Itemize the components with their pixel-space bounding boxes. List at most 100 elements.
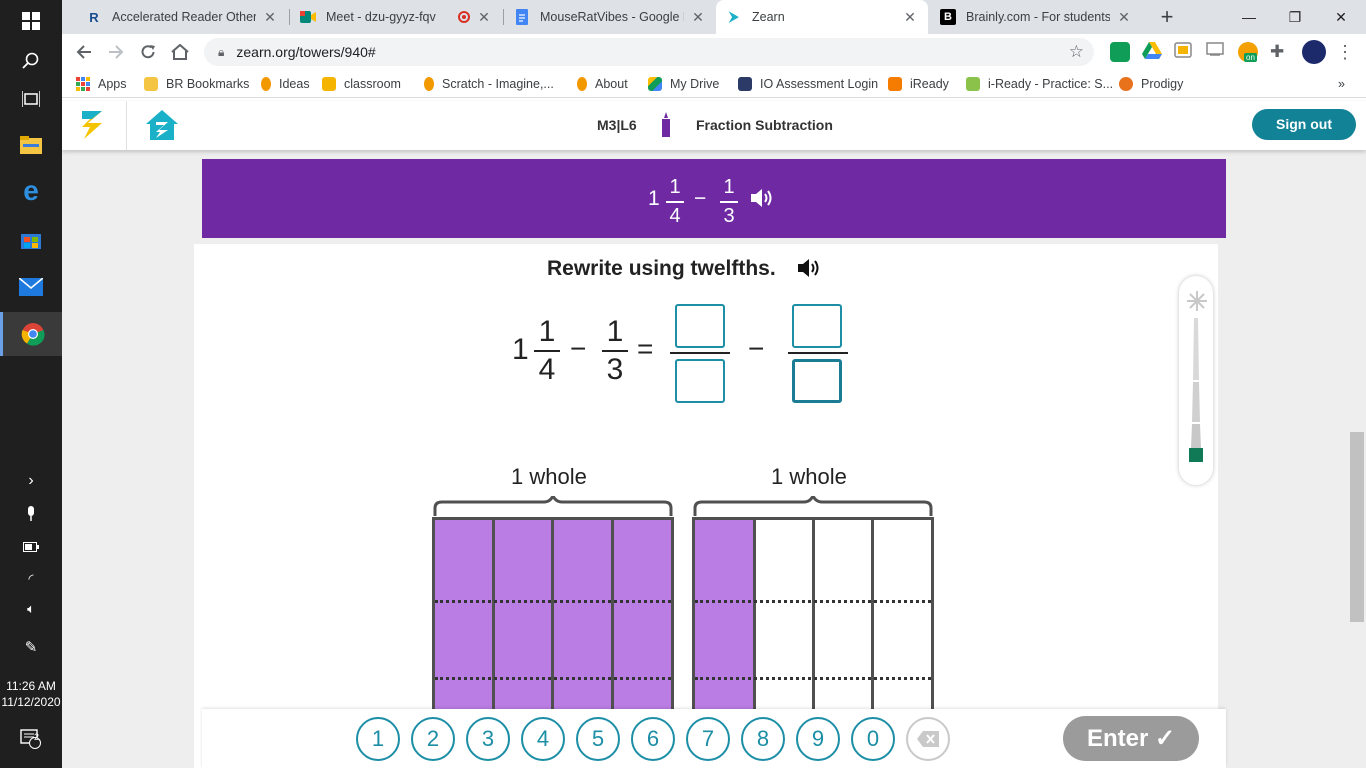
- tab-accelerated-reader[interactable]: R Accelerated Reader Other Re ✕: [76, 0, 288, 34]
- tab-zearn[interactable]: ⮞ Zearn ✕: [716, 0, 928, 34]
- windows-start-icon[interactable]: [0, 0, 62, 42]
- bookmark-label: About: [595, 77, 628, 91]
- header-divider: [126, 101, 127, 150]
- backspace-button[interactable]: [906, 717, 950, 761]
- speaker-icon[interactable]: [750, 188, 774, 213]
- address-bar[interactable]: 🔒︎ zearn.org/towers/940# ☆: [204, 38, 1094, 66]
- answer-denominator-1[interactable]: [675, 359, 725, 403]
- mail-icon[interactable]: [0, 266, 62, 308]
- bookmark-favicon: [577, 77, 587, 91]
- bookmark-iready-practice[interactable]: i-Ready - Practice: S...: [966, 75, 1113, 93]
- key-9[interactable]: 9: [796, 717, 840, 761]
- tape-diagram-2: [692, 517, 934, 720]
- tape-divider: [551, 520, 554, 720]
- tape-dotted-line: [695, 677, 931, 680]
- equation-fraction-2: 1 3: [602, 316, 628, 386]
- bookmark-iready[interactable]: iReady: [888, 75, 949, 93]
- bookmark-scratch[interactable]: Scratch - Imagine,...: [424, 75, 554, 93]
- key-3[interactable]: 3: [466, 717, 510, 761]
- problem-banner: 1 1 4 − 1 3: [202, 159, 1226, 238]
- puzzle-extensions-icon[interactable]: ✚: [1270, 42, 1290, 62]
- bookmark-label: i-Ready - Practice: S...: [988, 77, 1114, 91]
- tab-brainly[interactable]: B Brainly.com - For students. E ✕: [930, 0, 1142, 34]
- sign-out-button[interactable]: Sign out: [1252, 109, 1356, 140]
- notifications-icon[interactable]: 2: [0, 718, 62, 760]
- io-icon: [738, 77, 752, 91]
- profile-avatar[interactable]: [1302, 40, 1326, 64]
- instruction-text: Rewrite using twelfths.: [547, 257, 776, 281]
- equation-equals: =: [637, 333, 654, 364]
- answer-numerator-2[interactable]: [792, 304, 842, 348]
- answer-denominator-2[interactable]: [792, 359, 842, 403]
- on-extension-icon[interactable]: on: [1238, 42, 1258, 62]
- equation-minus: −: [570, 333, 587, 364]
- search-icon[interactable]: [0, 40, 62, 82]
- restore-button[interactable]: ❐: [1272, 0, 1318, 34]
- accelerated-reader-icon: R: [89, 9, 99, 25]
- edge-icon[interactable]: e: [0, 170, 62, 212]
- tab-google-docs[interactable]: MouseRatVibes - Google Do ✕: [504, 0, 716, 34]
- bookmark-label: My Drive: [670, 77, 720, 91]
- iready-icon: [888, 77, 902, 91]
- key-7[interactable]: 7: [686, 717, 730, 761]
- new-tab-button[interactable]: +: [1154, 4, 1180, 30]
- close-icon[interactable]: ✕: [262, 9, 278, 26]
- forward-button[interactable]: [103, 39, 129, 65]
- task-view-icon[interactable]: [0, 78, 62, 120]
- bookmark-label: BR Bookmarks: [166, 77, 250, 91]
- bookmark-star-icon[interactable]: ☆: [1069, 42, 1084, 62]
- tab-meet[interactable]: Meet - dzu-gyyz-fqv ✕: [290, 0, 502, 34]
- page-scrollbar[interactable]: [1350, 432, 1364, 622]
- back-button[interactable]: [71, 39, 97, 65]
- key-1[interactable]: 1: [356, 717, 400, 761]
- reload-button[interactable]: [135, 39, 161, 65]
- close-icon[interactable]: ✕: [1116, 9, 1132, 26]
- minimize-button[interactable]: ―: [1226, 0, 1272, 34]
- store-icon[interactable]: [0, 218, 62, 260]
- google-drive-extension-icon[interactable]: [1142, 42, 1162, 62]
- pen-icon[interactable]: ✎: [0, 626, 62, 668]
- chrome-icon[interactable]: [0, 312, 62, 356]
- notification-count: 2: [34, 732, 40, 742]
- classroom-extension-icon[interactable]: [1110, 42, 1130, 62]
- key-8[interactable]: 8: [741, 717, 785, 761]
- problem-operator: −: [694, 187, 707, 210]
- close-icon[interactable]: ✕: [902, 9, 918, 26]
- lock-icon[interactable]: 🔒︎: [218, 45, 224, 60]
- bookmark-prodigy[interactable]: Prodigy: [1119, 75, 1183, 93]
- bookmark-br-bookmarks[interactable]: BR Bookmarks: [144, 75, 249, 93]
- fraction-bar: [602, 350, 628, 352]
- taskbar-clock[interactable]: 11:26 AM 11/12/2020: [0, 678, 62, 710]
- bookmark-ideas[interactable]: Ideas: [261, 75, 310, 93]
- backspace-icon: [917, 731, 939, 747]
- meet-icon: [300, 9, 316, 25]
- home-icon[interactable]: [144, 108, 180, 147]
- bookmark-io-assessment[interactable]: IO Assessment Login: [738, 75, 878, 93]
- close-window-button[interactable]: ✕: [1318, 0, 1364, 34]
- slides-extension-icon[interactable]: [1174, 42, 1194, 62]
- hint-tower-tool[interactable]: [1179, 276, 1213, 485]
- answer-numerator-1[interactable]: [675, 304, 725, 348]
- speaker-icon[interactable]: [797, 258, 821, 283]
- key-6[interactable]: 6: [631, 717, 675, 761]
- key-2[interactable]: 2: [411, 717, 455, 761]
- fraction-numerator: 1: [606, 315, 624, 348]
- file-explorer-icon[interactable]: [0, 124, 62, 166]
- more-bookmarks-button[interactable]: »: [1338, 75, 1345, 93]
- bookmark-apps[interactable]: Apps: [76, 75, 127, 93]
- bookmark-my-drive[interactable]: My Drive: [648, 75, 719, 93]
- cast-extension-icon[interactable]: [1206, 42, 1226, 62]
- zearn-logo-icon[interactable]: [80, 109, 106, 146]
- key-5[interactable]: 5: [576, 717, 620, 761]
- number-keypad: 1 2 3 4 5 6 7 8 9 0 Enter ✓: [202, 709, 1226, 768]
- chrome-menu-icon[interactable]: ⋮: [1336, 42, 1356, 62]
- close-icon[interactable]: ✕: [690, 9, 706, 26]
- bookmark-about[interactable]: About: [577, 75, 628, 93]
- enter-button[interactable]: Enter ✓: [1063, 716, 1199, 761]
- key-4[interactable]: 4: [521, 717, 565, 761]
- key-0[interactable]: 0: [851, 717, 895, 761]
- home-button[interactable]: [167, 39, 193, 65]
- bookmark-classroom[interactable]: classroom: [322, 75, 401, 93]
- volume-icon[interactable]: 🔈︎: [0, 588, 62, 630]
- close-icon[interactable]: ✕: [476, 9, 492, 26]
